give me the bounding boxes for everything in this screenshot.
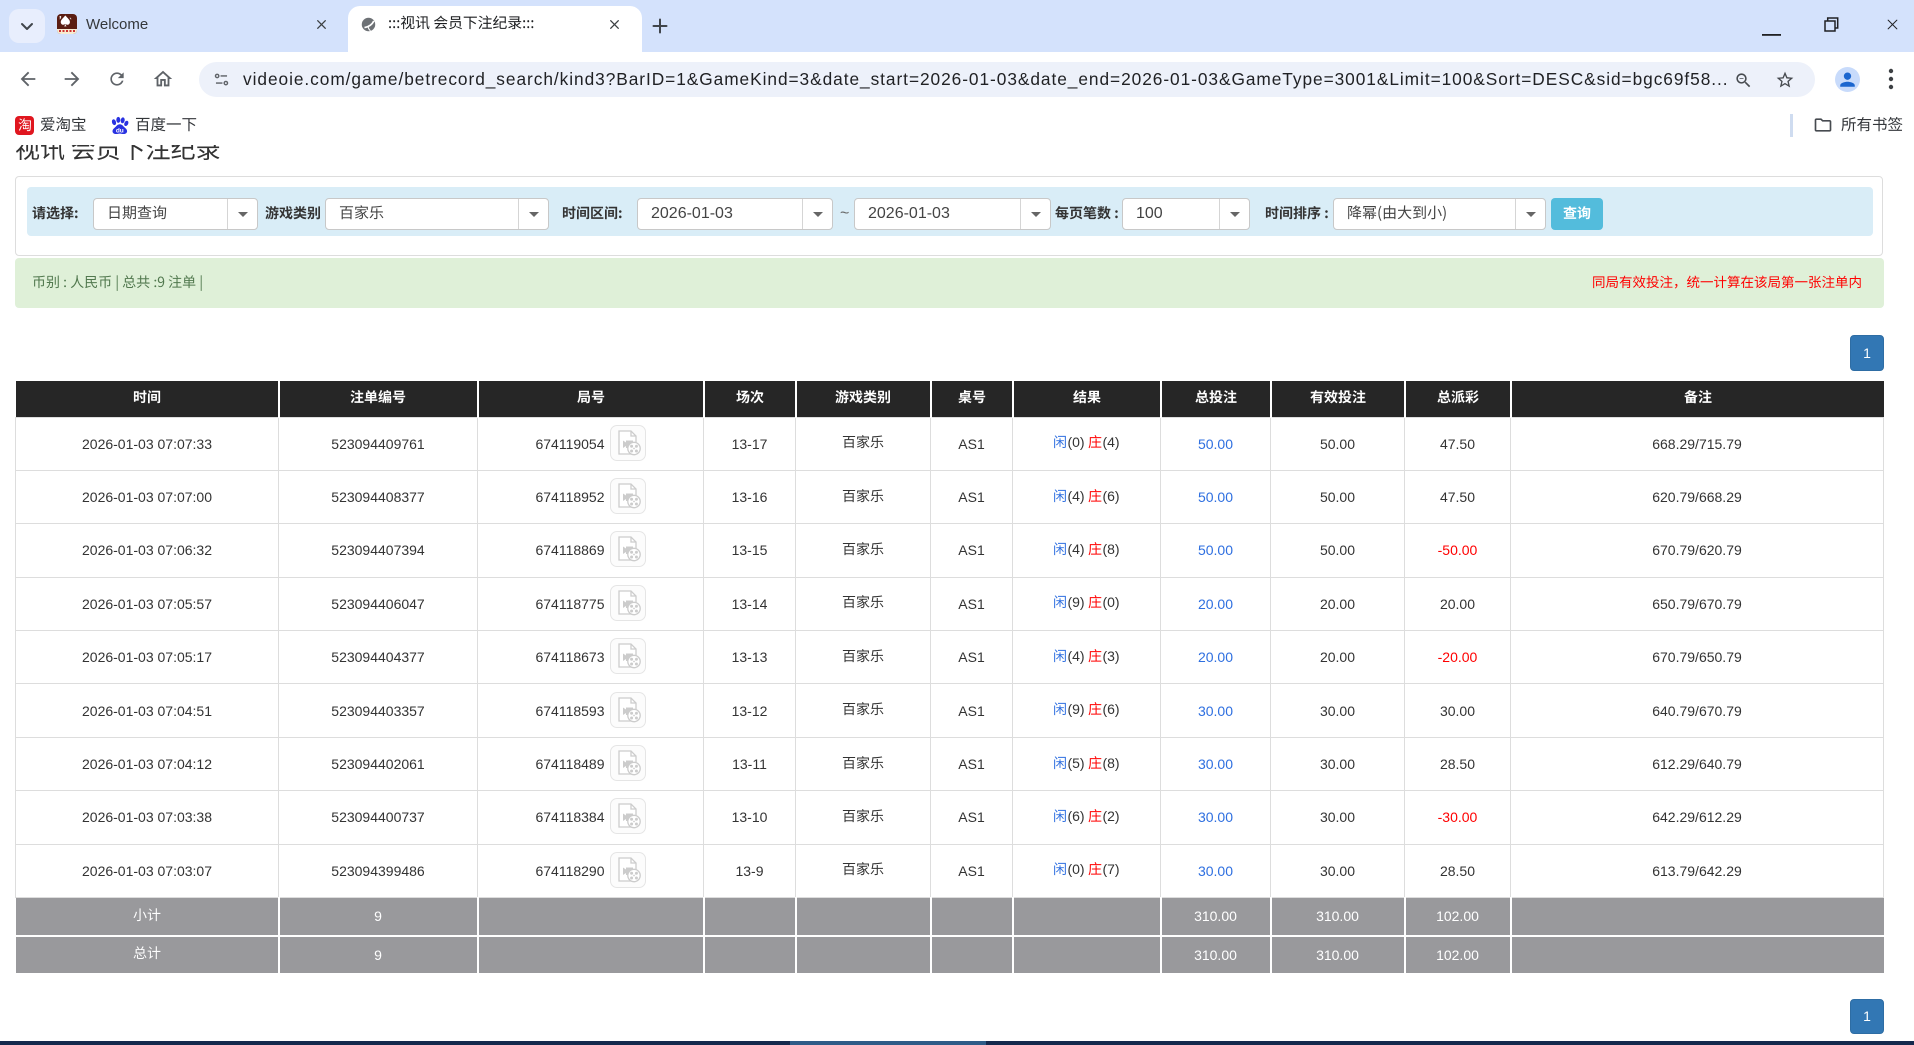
svg-text:du: du xyxy=(116,127,124,134)
